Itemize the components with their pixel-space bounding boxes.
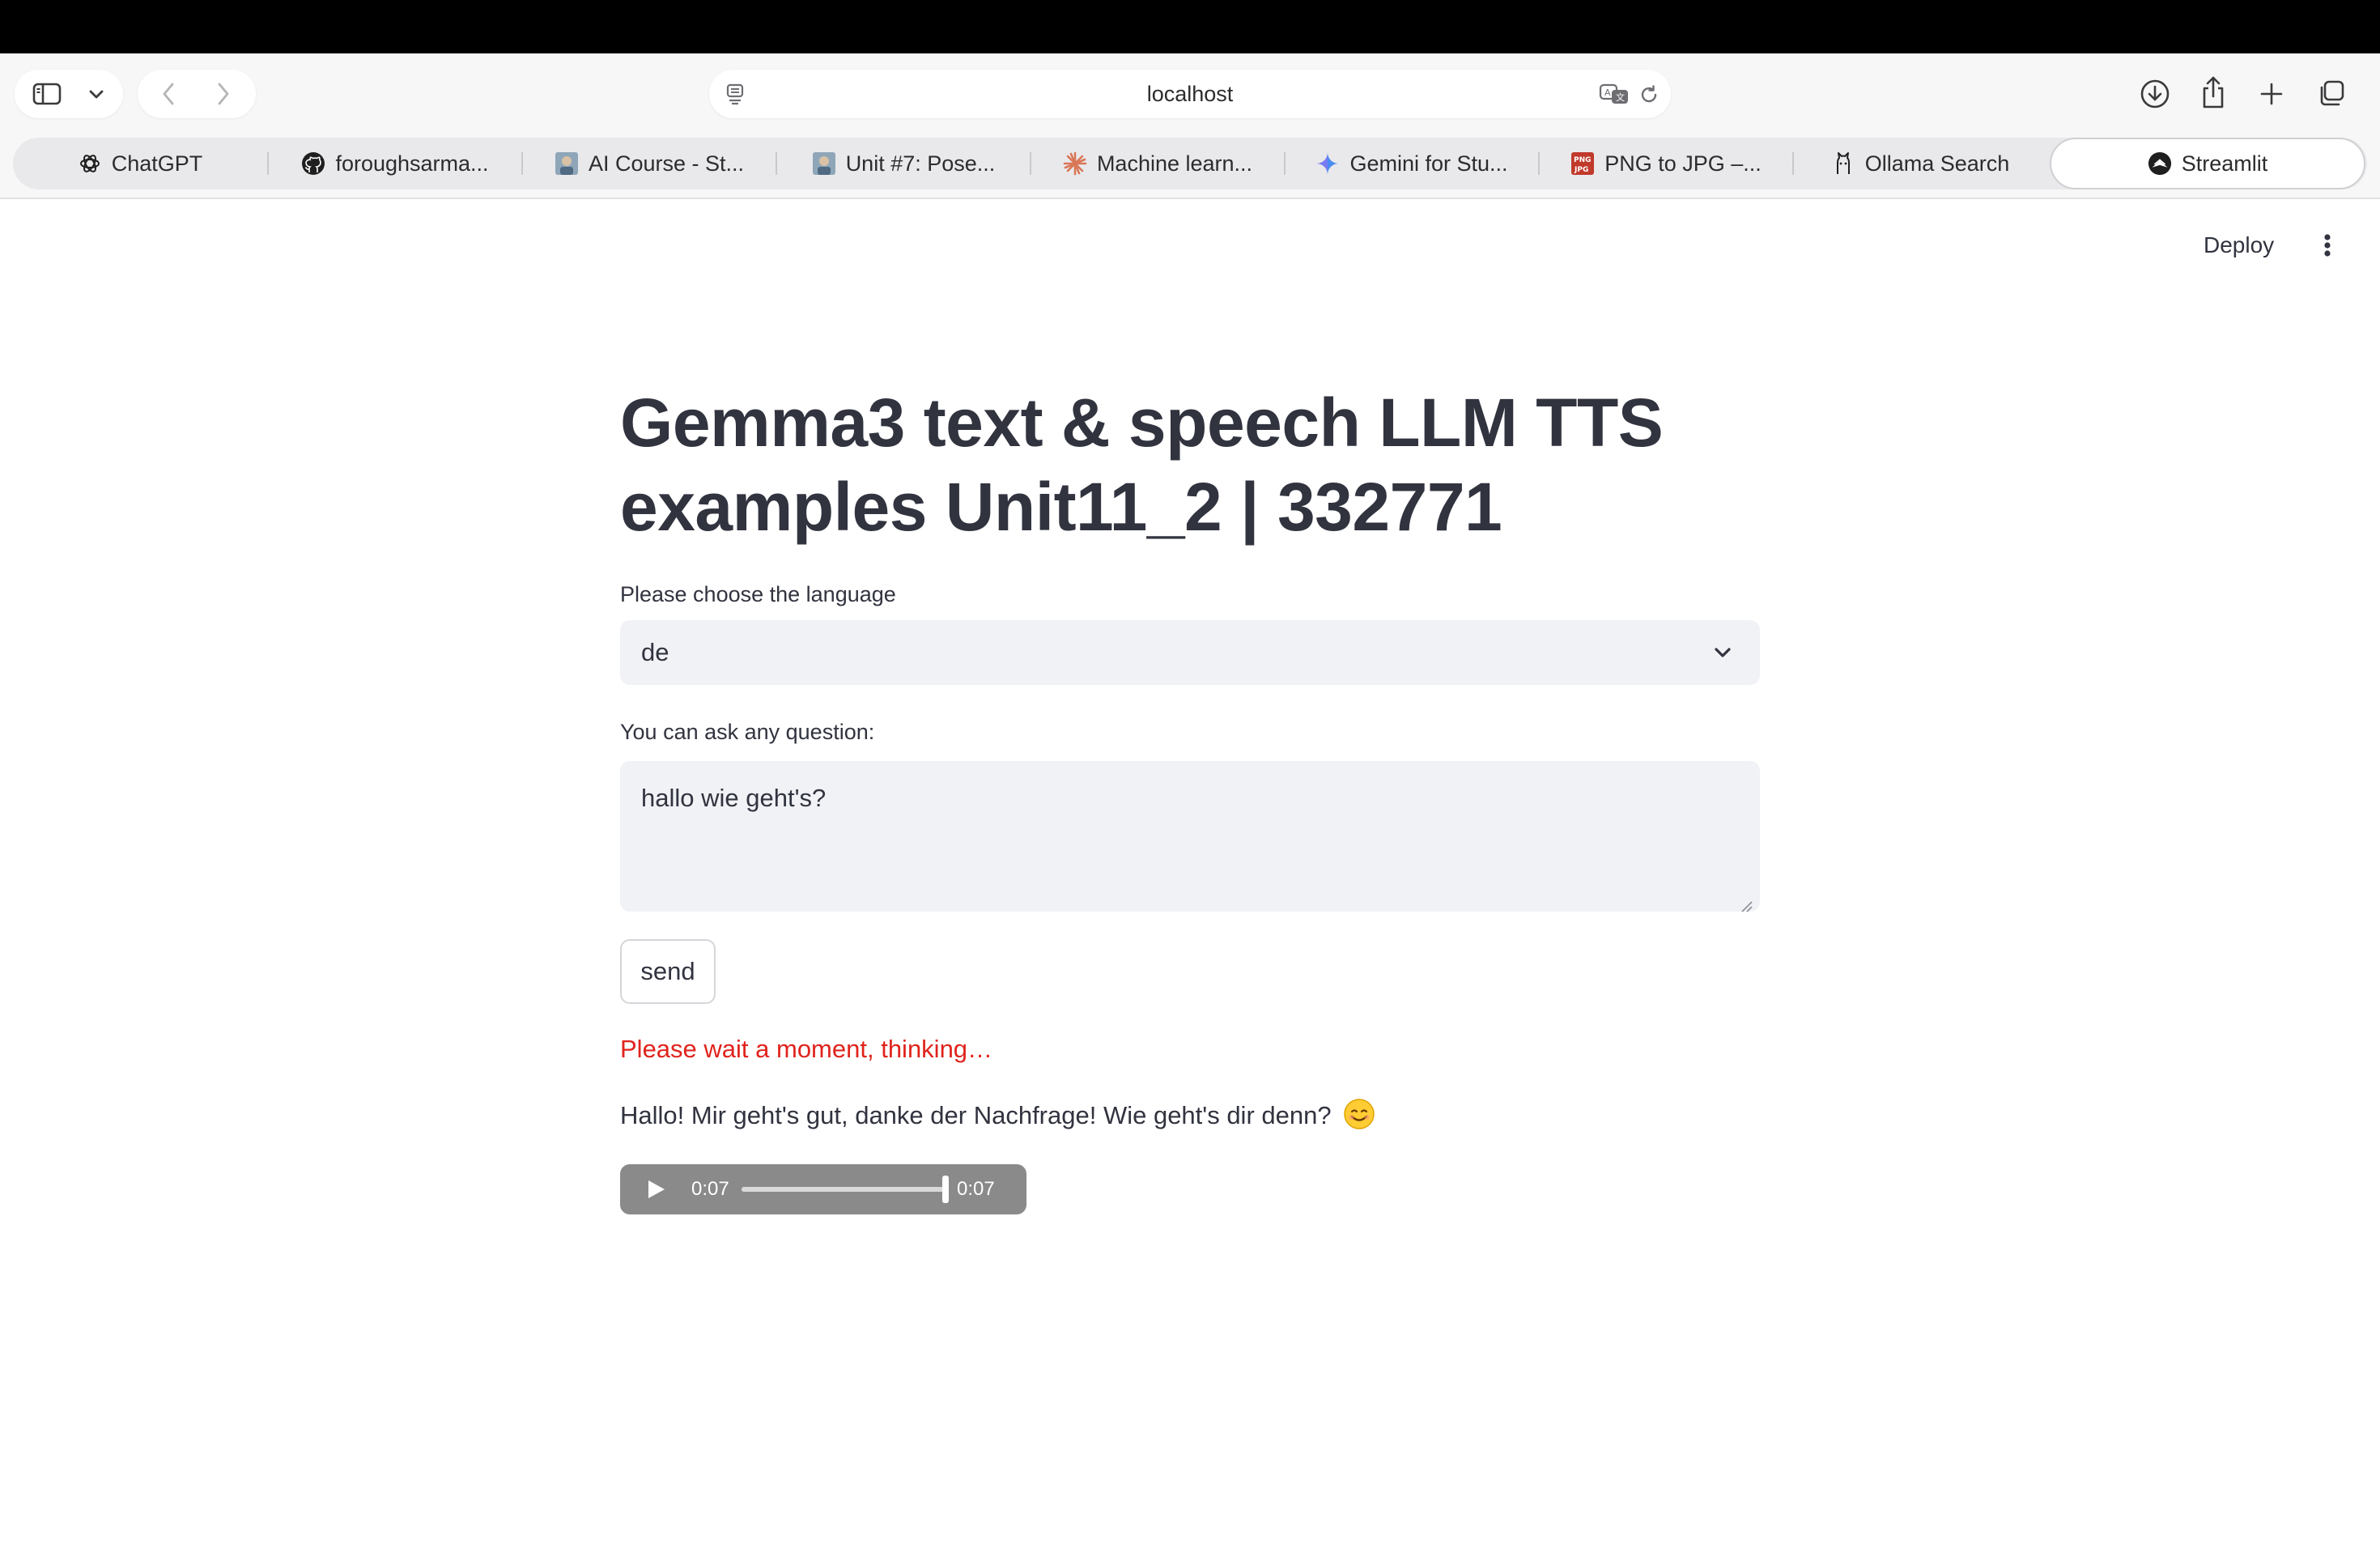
sidebar-toggle-group xyxy=(15,70,123,118)
tab-bar: ChatGPT foroughsarma... AI Course - St..… xyxy=(13,138,2367,189)
tab-ai-course[interactable]: AI Course - St... xyxy=(523,138,776,189)
audio-progress-track[interactable] xyxy=(742,1187,944,1192)
svg-text:文: 文 xyxy=(1616,91,1625,103)
tab-label: Unit #7: Pose... xyxy=(845,151,996,176)
send-button[interactable]: send xyxy=(620,939,716,1004)
sparkle-asterisk-icon xyxy=(1063,151,1087,176)
course-thumbnail-icon xyxy=(555,151,579,176)
github-icon xyxy=(301,151,325,176)
audio-scrubber-handle[interactable] xyxy=(942,1176,949,1203)
audio-progress-fill xyxy=(742,1187,944,1192)
tab-label: PNG to JPG –... xyxy=(1604,151,1762,176)
audio-player: 0:07 0:07 xyxy=(620,1164,1026,1214)
chatgpt-icon xyxy=(78,151,102,176)
deploy-button[interactable]: Deploy xyxy=(2204,225,2274,266)
main-content: Gemma3 text & speech LLM TTS examples Un… xyxy=(620,381,1760,1214)
smiling-face-emoji-icon xyxy=(1343,1098,1375,1130)
browser-chrome: localhost A文 ChatGPT foroughsarma... AI … xyxy=(0,53,2380,199)
streamlit-icon xyxy=(2148,151,2172,176)
translate-icon[interactable]: A文 xyxy=(1598,81,1632,107)
ollama-icon xyxy=(1831,151,1855,176)
tab-label: ChatGPT xyxy=(111,151,203,176)
status-message: Please wait a moment, thinking… xyxy=(620,1035,993,1063)
svg-text:A: A xyxy=(1604,87,1611,98)
svg-text:PNG: PNG xyxy=(1574,156,1592,164)
answer-text-row: Hallo! Mir geht's gut, danke der Nachfra… xyxy=(620,1098,1760,1133)
tab-label: AI Course - St... xyxy=(588,151,745,176)
svg-text:JPG: JPG xyxy=(1574,166,1588,174)
tab-label: Machine learn... xyxy=(1096,151,1253,176)
screen-top-bar xyxy=(0,0,2380,53)
question-text: hallo wie geht's? xyxy=(641,784,827,812)
address-bar[interactable]: localhost A文 xyxy=(709,70,1671,118)
tab-machine-learning[interactable]: Machine learn... xyxy=(1031,138,1284,189)
chevron-down-icon[interactable] xyxy=(1710,640,1736,666)
png-jpg-icon: PNG JPG xyxy=(1570,151,1595,176)
tab-label: foroughsarma... xyxy=(335,151,489,176)
tab-unit-7[interactable]: Unit #7: Pose... xyxy=(777,138,1030,189)
tab-label: Ollama Search xyxy=(1864,151,2010,176)
audio-duration: 0:07 xyxy=(957,1178,995,1200)
tab-ollama-search[interactable]: Ollama Search xyxy=(1794,138,2046,189)
app-header: Deploy xyxy=(0,201,2380,290)
tab-chatgpt[interactable]: ChatGPT xyxy=(13,138,267,189)
question-textarea[interactable]: hallo wie geht's? xyxy=(620,761,1760,912)
main-menu-icon[interactable] xyxy=(2315,225,2340,266)
downloads-icon[interactable] xyxy=(2139,78,2171,110)
page-title: Gemma3 text & speech LLM TTS examples Un… xyxy=(620,385,1664,545)
chevron-down-icon[interactable] xyxy=(84,84,108,104)
tab-label: Gemini for Stu... xyxy=(1349,151,1508,176)
tab-png-to-jpg[interactable]: PNG JPG PNG to JPG –... xyxy=(1540,138,1792,189)
language-select[interactable]: de xyxy=(620,620,1760,685)
question-label: You can ask any question: xyxy=(620,720,875,744)
navigation-group xyxy=(138,70,256,118)
audio-current-time: 0:07 xyxy=(691,1178,729,1200)
sidebar-icon[interactable] xyxy=(31,81,63,107)
reload-icon[interactable] xyxy=(1637,83,1661,107)
tab-overview-icon[interactable] xyxy=(2315,78,2348,110)
play-icon[interactable] xyxy=(644,1178,667,1201)
answer-text: Hallo! Mir geht's gut, danke der Nachfra… xyxy=(620,1101,1332,1129)
tab-streamlit[interactable]: Streamlit xyxy=(2050,138,2365,189)
language-select-value: de xyxy=(641,638,669,666)
tab-github[interactable]: foroughsarma... xyxy=(269,138,521,189)
new-tab-plus-icon[interactable] xyxy=(2257,79,2286,108)
language-label: Please choose the language xyxy=(620,582,896,606)
forward-arrow-icon[interactable] xyxy=(210,81,236,107)
url-text[interactable]: localhost xyxy=(709,70,1671,118)
resize-handle-icon[interactable] xyxy=(1739,891,1753,912)
back-arrow-icon[interactable] xyxy=(155,81,181,107)
share-icon[interactable] xyxy=(2199,74,2228,110)
gemini-icon xyxy=(1315,151,1340,176)
course-thumbnail-icon xyxy=(812,151,836,176)
tab-gemini[interactable]: Gemini for Stu... xyxy=(1286,138,1538,189)
tab-label: Streamlit xyxy=(2181,151,2268,176)
